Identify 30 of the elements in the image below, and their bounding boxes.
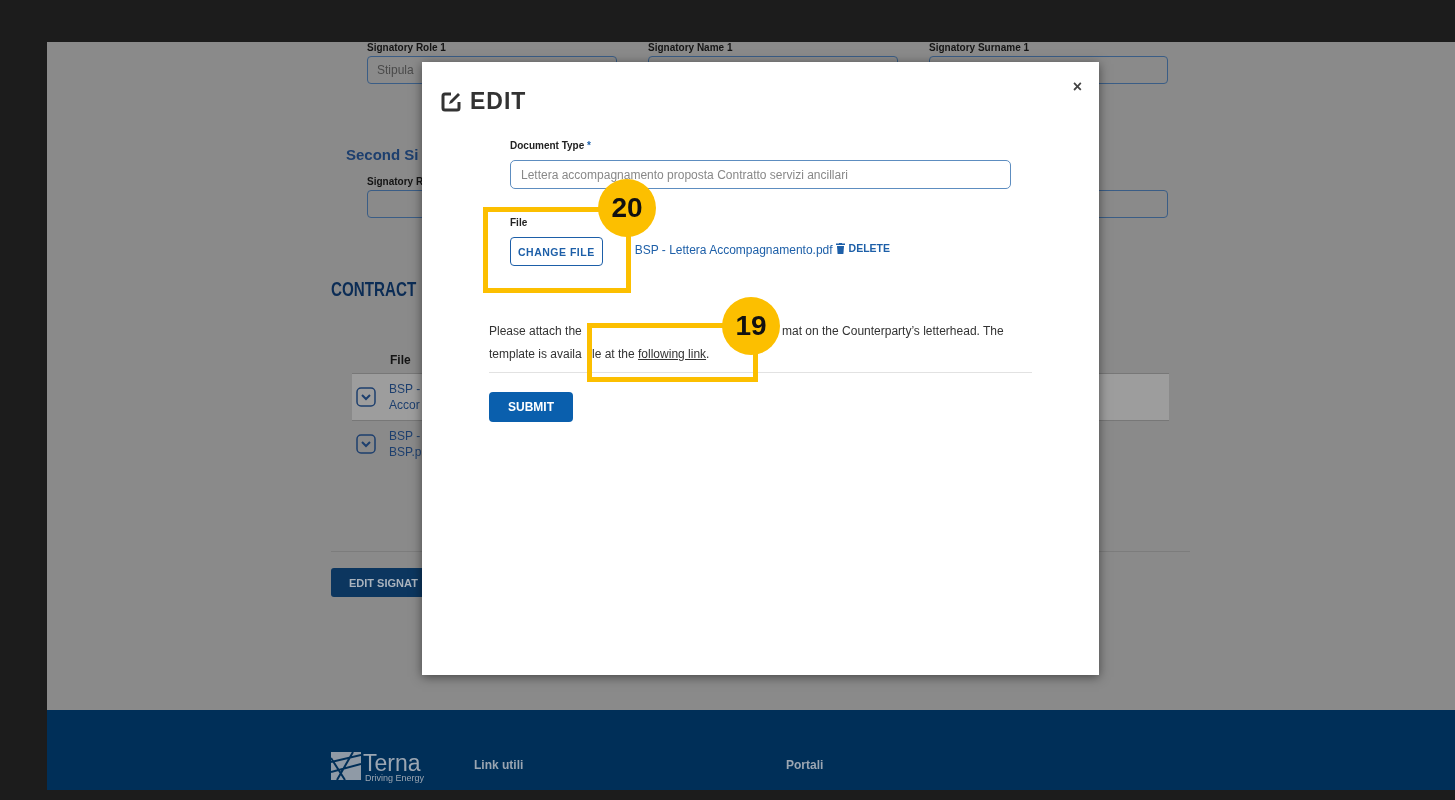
footer-heading: Link utili xyxy=(474,758,524,772)
document-type-field[interactable]: Lettera accompagnamento proposta Contratto servizi ancillari xyxy=(510,160,1011,189)
field-label: Signatory Surname 1 xyxy=(929,42,1030,55)
section-heading: Second Si xyxy=(346,146,419,163)
column-header: File xyxy=(390,353,411,367)
callout-number: 19 xyxy=(722,297,780,355)
instruction-text: . xyxy=(706,347,710,361)
file-link[interactable]: BSP - Lettera Accompagnamento.pdf xyxy=(634,243,833,257)
submit-button[interactable]: SUBMIT xyxy=(489,392,573,422)
change-file-button[interactable]: CHANGE FILE xyxy=(510,237,603,266)
field-label: Signatory Role 1 xyxy=(367,42,446,55)
logo-name: Terna xyxy=(363,752,421,774)
instruction-text: Please attach the xyxy=(489,323,582,340)
instruction-text: template is availa xyxy=(489,346,582,363)
logo-icon xyxy=(331,752,361,780)
chevron-down-icon[interactable] xyxy=(356,387,376,407)
modal-title: EDIT xyxy=(470,88,527,115)
field-label: Document Type * xyxy=(510,140,591,151)
trash-icon xyxy=(835,242,845,254)
section-heading: CONTRACT xyxy=(331,278,417,301)
field-label: Signatory Name 1 xyxy=(648,42,733,55)
chevron-down-icon[interactable] xyxy=(356,434,376,455)
file-link[interactable]: BSP - Accor xyxy=(389,381,421,413)
instruction-text: mat on the Counterparty’s letterhead. The xyxy=(782,323,1004,340)
instruction-text: le at the xyxy=(592,347,636,361)
delete-button[interactable]: DELETE xyxy=(835,242,890,254)
footer-heading: Portali xyxy=(786,758,824,772)
edit-icon xyxy=(440,90,462,113)
field-label: File xyxy=(510,217,528,228)
logo-tagline: Driving Energy xyxy=(365,774,425,783)
